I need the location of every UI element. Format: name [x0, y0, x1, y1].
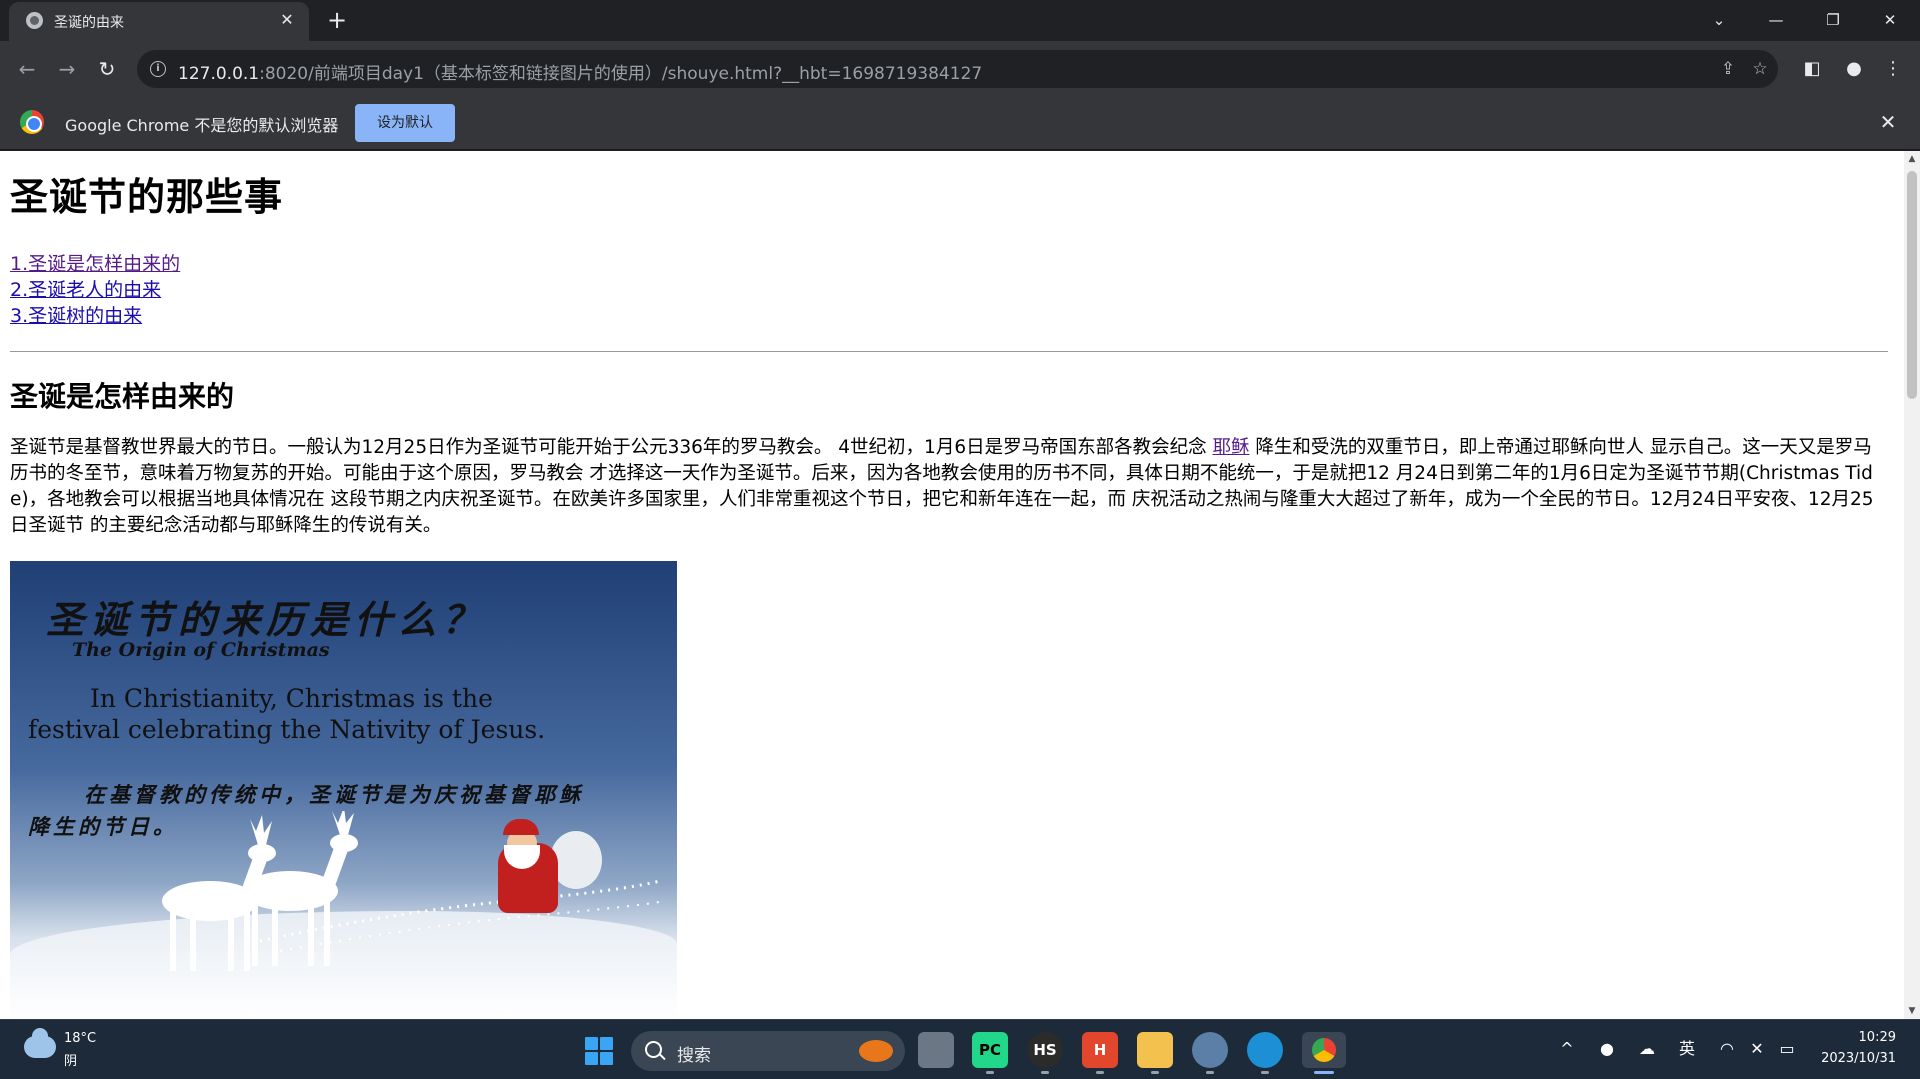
set-default-button[interactable]: 设为默认: [355, 104, 455, 142]
battery-icon[interactable]: ▭: [1774, 1036, 1800, 1062]
qq-icon[interactable]: ●: [1594, 1036, 1620, 1062]
address-bar[interactable]: i 127.0.0.1:8020/前端项目day1（基本标签和链接图片的使用）/…: [137, 50, 1778, 88]
site-info-icon[interactable]: i: [150, 61, 166, 77]
url-text[interactable]: 127.0.0.1:8020/前端项目day1（基本标签和链接图片的使用）/sh…: [178, 59, 982, 84]
search-label: 搜索: [677, 1046, 711, 1066]
bookmark-star-icon[interactable]: ☆: [1749, 58, 1771, 80]
chrome-icon: [1312, 1038, 1336, 1062]
wifi-icon[interactable]: ◠: [1714, 1036, 1740, 1062]
page-viewport: 圣诞节的那些事 1.圣诞是怎样由来的 2.圣诞老人的由来 3.圣诞树的由来 圣诞…: [0, 151, 1904, 1019]
share-icon[interactable]: ⇪: [1717, 58, 1739, 80]
chrome-taskbar-button[interactable]: [1302, 1032, 1346, 1074]
taskbar-search[interactable]: 搜索: [631, 1031, 905, 1071]
infobar-close-icon[interactable]: ✕: [1874, 108, 1902, 136]
clock-time[interactable]: 10:29: [1859, 1030, 1896, 1045]
speaker-muted-icon[interactable]: ✕: [1744, 1036, 1770, 1062]
scrollbar-thumb[interactable]: [1907, 171, 1917, 399]
page-title: 圣诞节的那些事: [10, 175, 284, 219]
toc-link-3[interactable]: 3.圣诞树的由来: [10, 303, 142, 329]
back-arrow-icon[interactable]: ←: [11, 53, 43, 85]
image-title-cn: 圣诞节的来历是什么？: [46, 597, 487, 643]
image-title-en: The Origin of Christmas: [72, 639, 330, 662]
tab-search-chevron-icon[interactable]: ⌄: [1695, 4, 1743, 36]
page-content: 圣诞节的那些事 1.圣诞是怎样由来的 2.圣诞老人的由来 3.圣诞树的由来 圣诞…: [0, 175, 1904, 1019]
restore-button[interactable]: ❐: [1809, 4, 1857, 36]
page-scrollbar[interactable]: ▲ ▼: [1904, 151, 1920, 1019]
tab-title: 圣诞的由来: [54, 15, 124, 31]
section-paragraph: 圣诞节是基督教世界最大的节日。一般认为12月25日作为圣诞节可能开始于公元336…: [10, 435, 1890, 539]
pycharm-icon[interactable]: PC: [972, 1032, 1008, 1074]
weather-temperature[interactable]: 18°C: [64, 1031, 96, 1046]
hbuilder-s-icon[interactable]: HS: [1027, 1032, 1063, 1074]
ime-indicator[interactable]: 英: [1674, 1036, 1700, 1062]
new-tab-button[interactable]: +: [322, 6, 352, 36]
jesus-link[interactable]: 耶稣: [1212, 437, 1249, 458]
side-panel-icon[interactable]: ◧: [1796, 53, 1828, 85]
pumpkin-icon: [859, 1040, 893, 1062]
clock-date[interactable]: 2023/10/31: [1821, 1051, 1896, 1066]
hbuilder-icon[interactable]: H: [1082, 1032, 1118, 1074]
sparkle-trail: [259, 879, 666, 953]
image-body-en: In Christianity, Christmas is the festiv…: [28, 684, 546, 745]
windows-taskbar: 18°C 阴 搜索 PC HS H ^ ● ☁ 英 ◠ ✕ ▭ 10:29 20…: [0, 1019, 1920, 1079]
chrome-logo-icon: [20, 110, 44, 134]
reload-icon[interactable]: ↻: [91, 53, 123, 85]
section-heading: 圣诞是怎样由来的: [10, 379, 235, 413]
network-globe-icon[interactable]: [1192, 1032, 1228, 1074]
minimize-button[interactable]: —: [1752, 4, 1800, 36]
onedrive-cloud-icon[interactable]: ☁: [1634, 1036, 1660, 1062]
browser-toolbar: ← → ↻ i 127.0.0.1:8020/前端项目day1（基本标签和链接图…: [0, 41, 1920, 96]
scroll-down-arrow-icon[interactable]: ▼: [1904, 1003, 1920, 1019]
tab-close-icon[interactable]: ✕: [275, 8, 299, 32]
globe-icon: [26, 12, 43, 29]
browser-tab[interactable]: 圣诞的由来 ✕: [9, 2, 309, 41]
task-view-icon[interactable]: [918, 1032, 954, 1068]
tab-strip: 圣诞的由来 ✕ + ⌄ — ❐ ✕: [0, 0, 1920, 41]
cloud-weather-icon[interactable]: [24, 1028, 56, 1058]
menu-dots-icon[interactable]: ⋮: [1877, 53, 1909, 85]
toc-link-1[interactable]: 1.圣诞是怎样由来的: [10, 251, 180, 277]
file-explorer-icon[interactable]: [1137, 1032, 1173, 1074]
edge-icon[interactable]: [1247, 1032, 1283, 1074]
default-browser-infobar: Google Chrome 不是您的默认浏览器 设为默认 ✕: [0, 96, 1920, 150]
search-icon: [645, 1041, 662, 1058]
paragraph-text-start: 圣诞节是基督教世界最大的节日。一般认为12月25日作为圣诞节可能开始于公元336…: [10, 437, 1213, 459]
tray-chevron-up-icon[interactable]: ^: [1554, 1036, 1580, 1062]
divider: [10, 350, 1888, 352]
close-window-button[interactable]: ✕: [1866, 4, 1914, 36]
profile-icon[interactable]: ●: [1838, 53, 1870, 85]
infobar-message: Google Chrome 不是您的默认浏览器: [65, 116, 339, 135]
christmas-origin-image: 圣诞节的来历是什么？ The Origin of Christmas In Ch…: [10, 561, 677, 1019]
windows-start-icon[interactable]: [585, 1037, 613, 1065]
toc-link-2[interactable]: 2.圣诞老人的由来: [10, 277, 161, 303]
weather-condition[interactable]: 阴: [64, 1050, 77, 1069]
scroll-up-arrow-icon[interactable]: ▲: [1904, 151, 1920, 167]
table-of-contents: 1.圣诞是怎样由来的 2.圣诞老人的由来 3.圣诞树的由来: [10, 251, 1894, 329]
forward-arrow-icon[interactable]: →: [51, 53, 83, 85]
